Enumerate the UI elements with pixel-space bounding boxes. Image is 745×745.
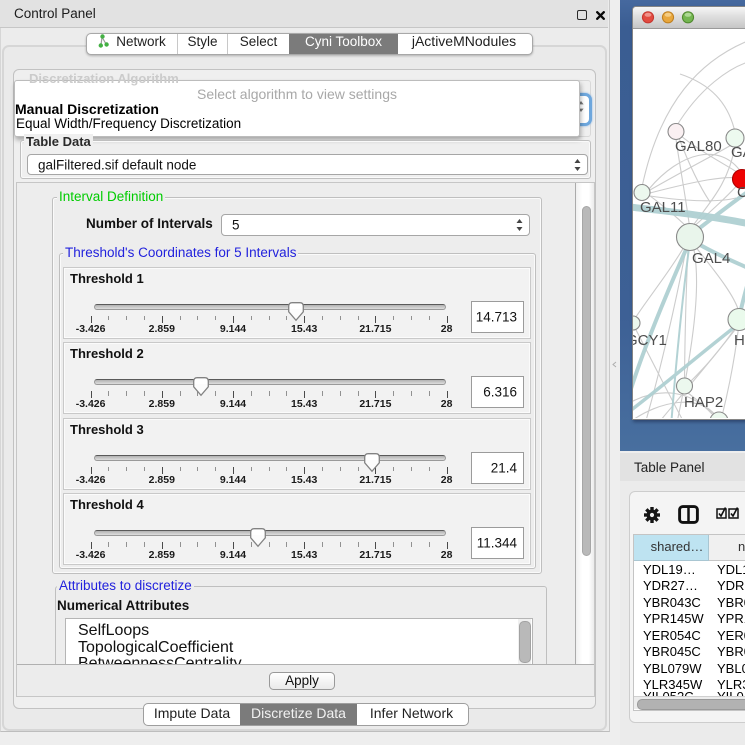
- svg-text:HAP2: HAP2: [684, 394, 723, 411]
- svg-text:GA: GA: [731, 144, 745, 161]
- svg-text:HI: HI: [734, 332, 745, 349]
- svg-text:GAL80: GAL80: [675, 138, 722, 155]
- svg-text:CD: CD: [737, 184, 745, 201]
- svg-text:GAL11: GAL11: [640, 199, 686, 216]
- svg-text:GCY1: GCY1: [633, 332, 667, 349]
- svg-text:GAL4: GAL4: [692, 250, 730, 267]
